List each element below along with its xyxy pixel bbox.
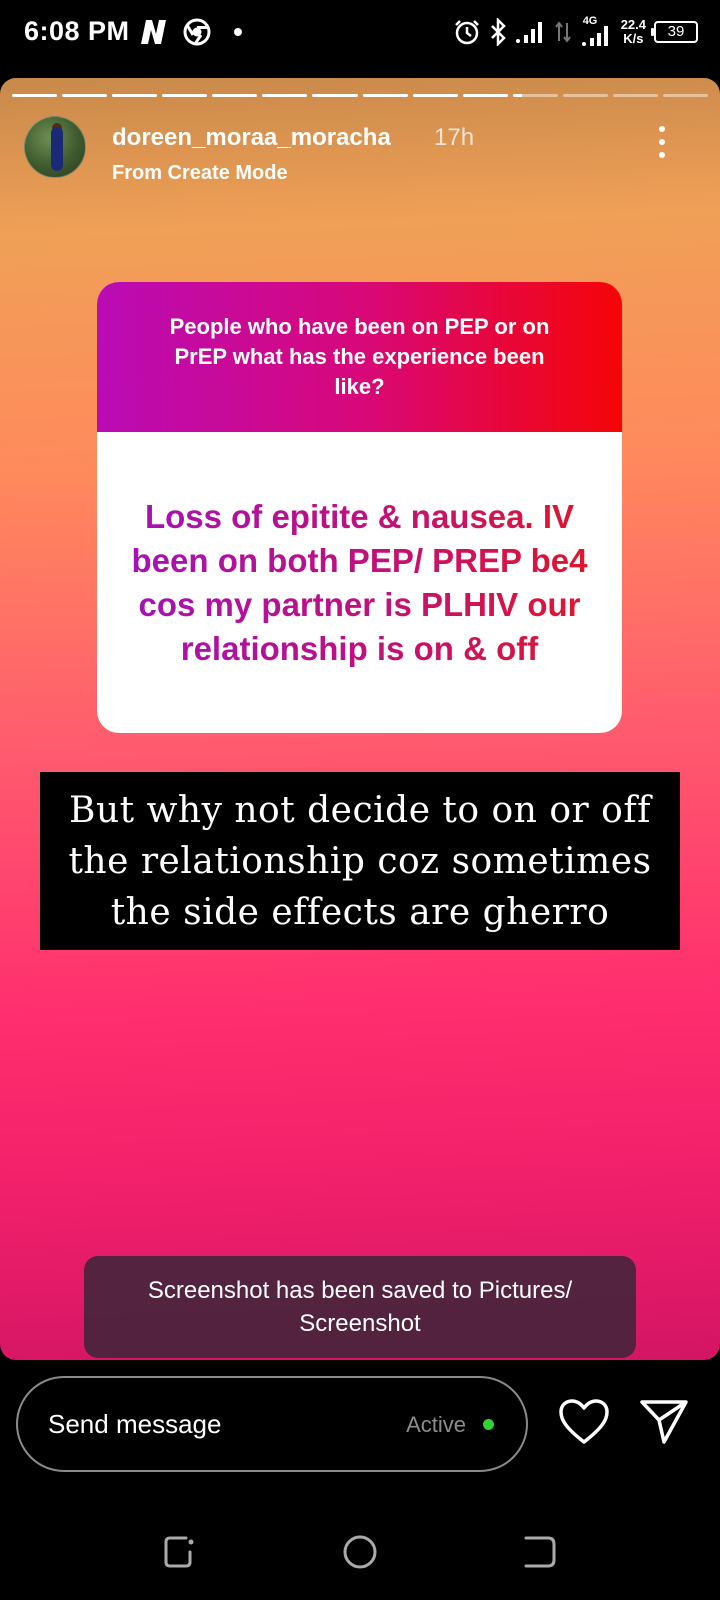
story-progress-segment [162,94,208,97]
caption-text: But why not decide to on or off the rela… [68,789,652,933]
story-progress-segment [62,94,108,97]
story-progress-segment [562,94,608,97]
story-caption: But why not decide to on or off the rela… [40,772,680,950]
question-header: People who have been on PEP or on PrEP w… [97,282,622,432]
question-sticker: People who have been on PEP or on PrEP w… [97,282,622,733]
story-progress-segment [412,94,458,97]
speed-unit: K/s [623,31,644,46]
status-bar: 6:08 PM 4G 22.4 K/s 39 [0,0,720,66]
toast-message: Screenshot has been saved to Pictures/ S… [147,1277,573,1337]
story-viewer[interactable]: doreen_moraa_moracha 17h From Create Mod… [0,78,720,1360]
story-progress-segment [12,94,58,97]
signal-bars-icon [581,26,608,46]
heart-icon[interactable] [558,1398,610,1446]
home-icon[interactable] [338,1530,382,1574]
more-vertical-icon[interactable] [652,126,672,166]
send-message-input[interactable]: Send message Active [16,1376,528,1472]
bluetooth-icon [490,18,506,46]
network-speed: 22.4 K/s [621,18,646,46]
story-progress-segment [112,94,158,97]
active-status-label: Active [406,1412,466,1437]
send-icon[interactable] [638,1396,690,1448]
story-progress-bar [12,94,709,97]
active-status-dot [483,1419,494,1430]
story-progress-segment [212,94,258,97]
recent-apps-icon[interactable] [158,1530,202,1574]
back-icon[interactable] [518,1530,562,1574]
notification-dot-icon [234,28,242,36]
answer-area: Loss of epitite & nausea. IV been on bot… [97,432,622,733]
status-time: 6:08 PM [24,16,130,46]
story-progress-segment [312,94,358,97]
screenshot-toast: Screenshot has been saved to Pictures/ S… [84,1256,636,1358]
answer-text: Loss of epitite & nausea. IV been on bot… [125,495,594,671]
story-subtitle[interactable]: From Create Mode [112,162,288,185]
story-progress-segment [462,94,508,97]
avatar[interactable] [24,116,86,178]
message-placeholder: Send message [48,1409,222,1439]
signal-strength-icon [515,22,542,43]
mobile-signal: 4G [581,15,613,47]
speed-value: 22.4 [620,17,646,32]
story-progress-segment [262,94,308,97]
story-time-ago: 17h [434,124,475,151]
story-progress-segment [612,94,659,97]
battery-indicator: 39 [651,21,698,43]
data-transfer-icon [554,21,571,43]
chrome-icon [183,18,211,46]
story-progress-segment [663,94,709,97]
question-text: People who have been on PEP or on PrEP w… [169,314,550,399]
news-app-icon [141,20,166,44]
story-progress-segment [362,94,408,97]
story-progress-segment [512,94,558,97]
story-username[interactable]: doreen_moraa_moracha [112,124,391,152]
alarm-icon [454,20,479,45]
